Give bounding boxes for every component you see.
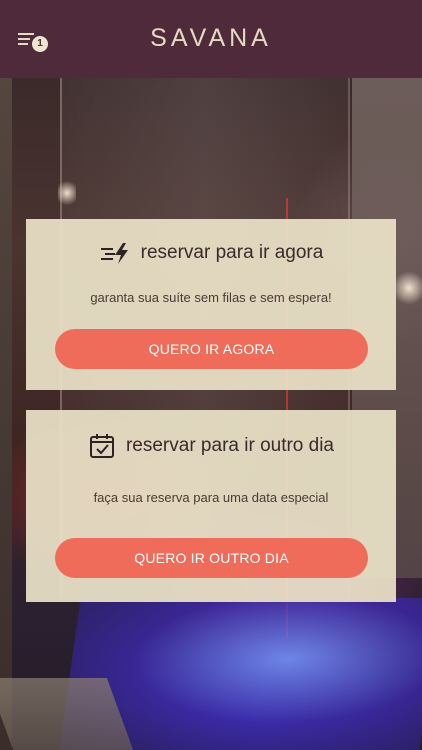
go-now-button[interactable]: QUERO IR AGORA <box>55 329 368 369</box>
reserve-now-card: reservar para ir agora garanta sua suíte… <box>26 219 396 390</box>
app-header: 1 SAVANA <box>0 0 422 78</box>
reserve-now-title: reservar para ir agora <box>140 242 324 263</box>
reserve-now-subtitle: garanta sua suíte sem filas e sem espera… <box>90 290 332 305</box>
reserve-later-subtitle: faça sua reserva para uma data especial <box>93 490 329 505</box>
go-another-day-button[interactable]: QUERO IR OUTRO DIA <box>55 538 368 578</box>
fast-lightning-icon <box>100 243 128 264</box>
reserve-later-title: reservar para ir outro dia <box>125 435 335 456</box>
reserve-later-card: reservar para ir outro dia faça sua rese… <box>26 410 396 602</box>
brand-logo: SAVANA <box>150 24 272 52</box>
calendar-check-icon <box>89 434 114 458</box>
